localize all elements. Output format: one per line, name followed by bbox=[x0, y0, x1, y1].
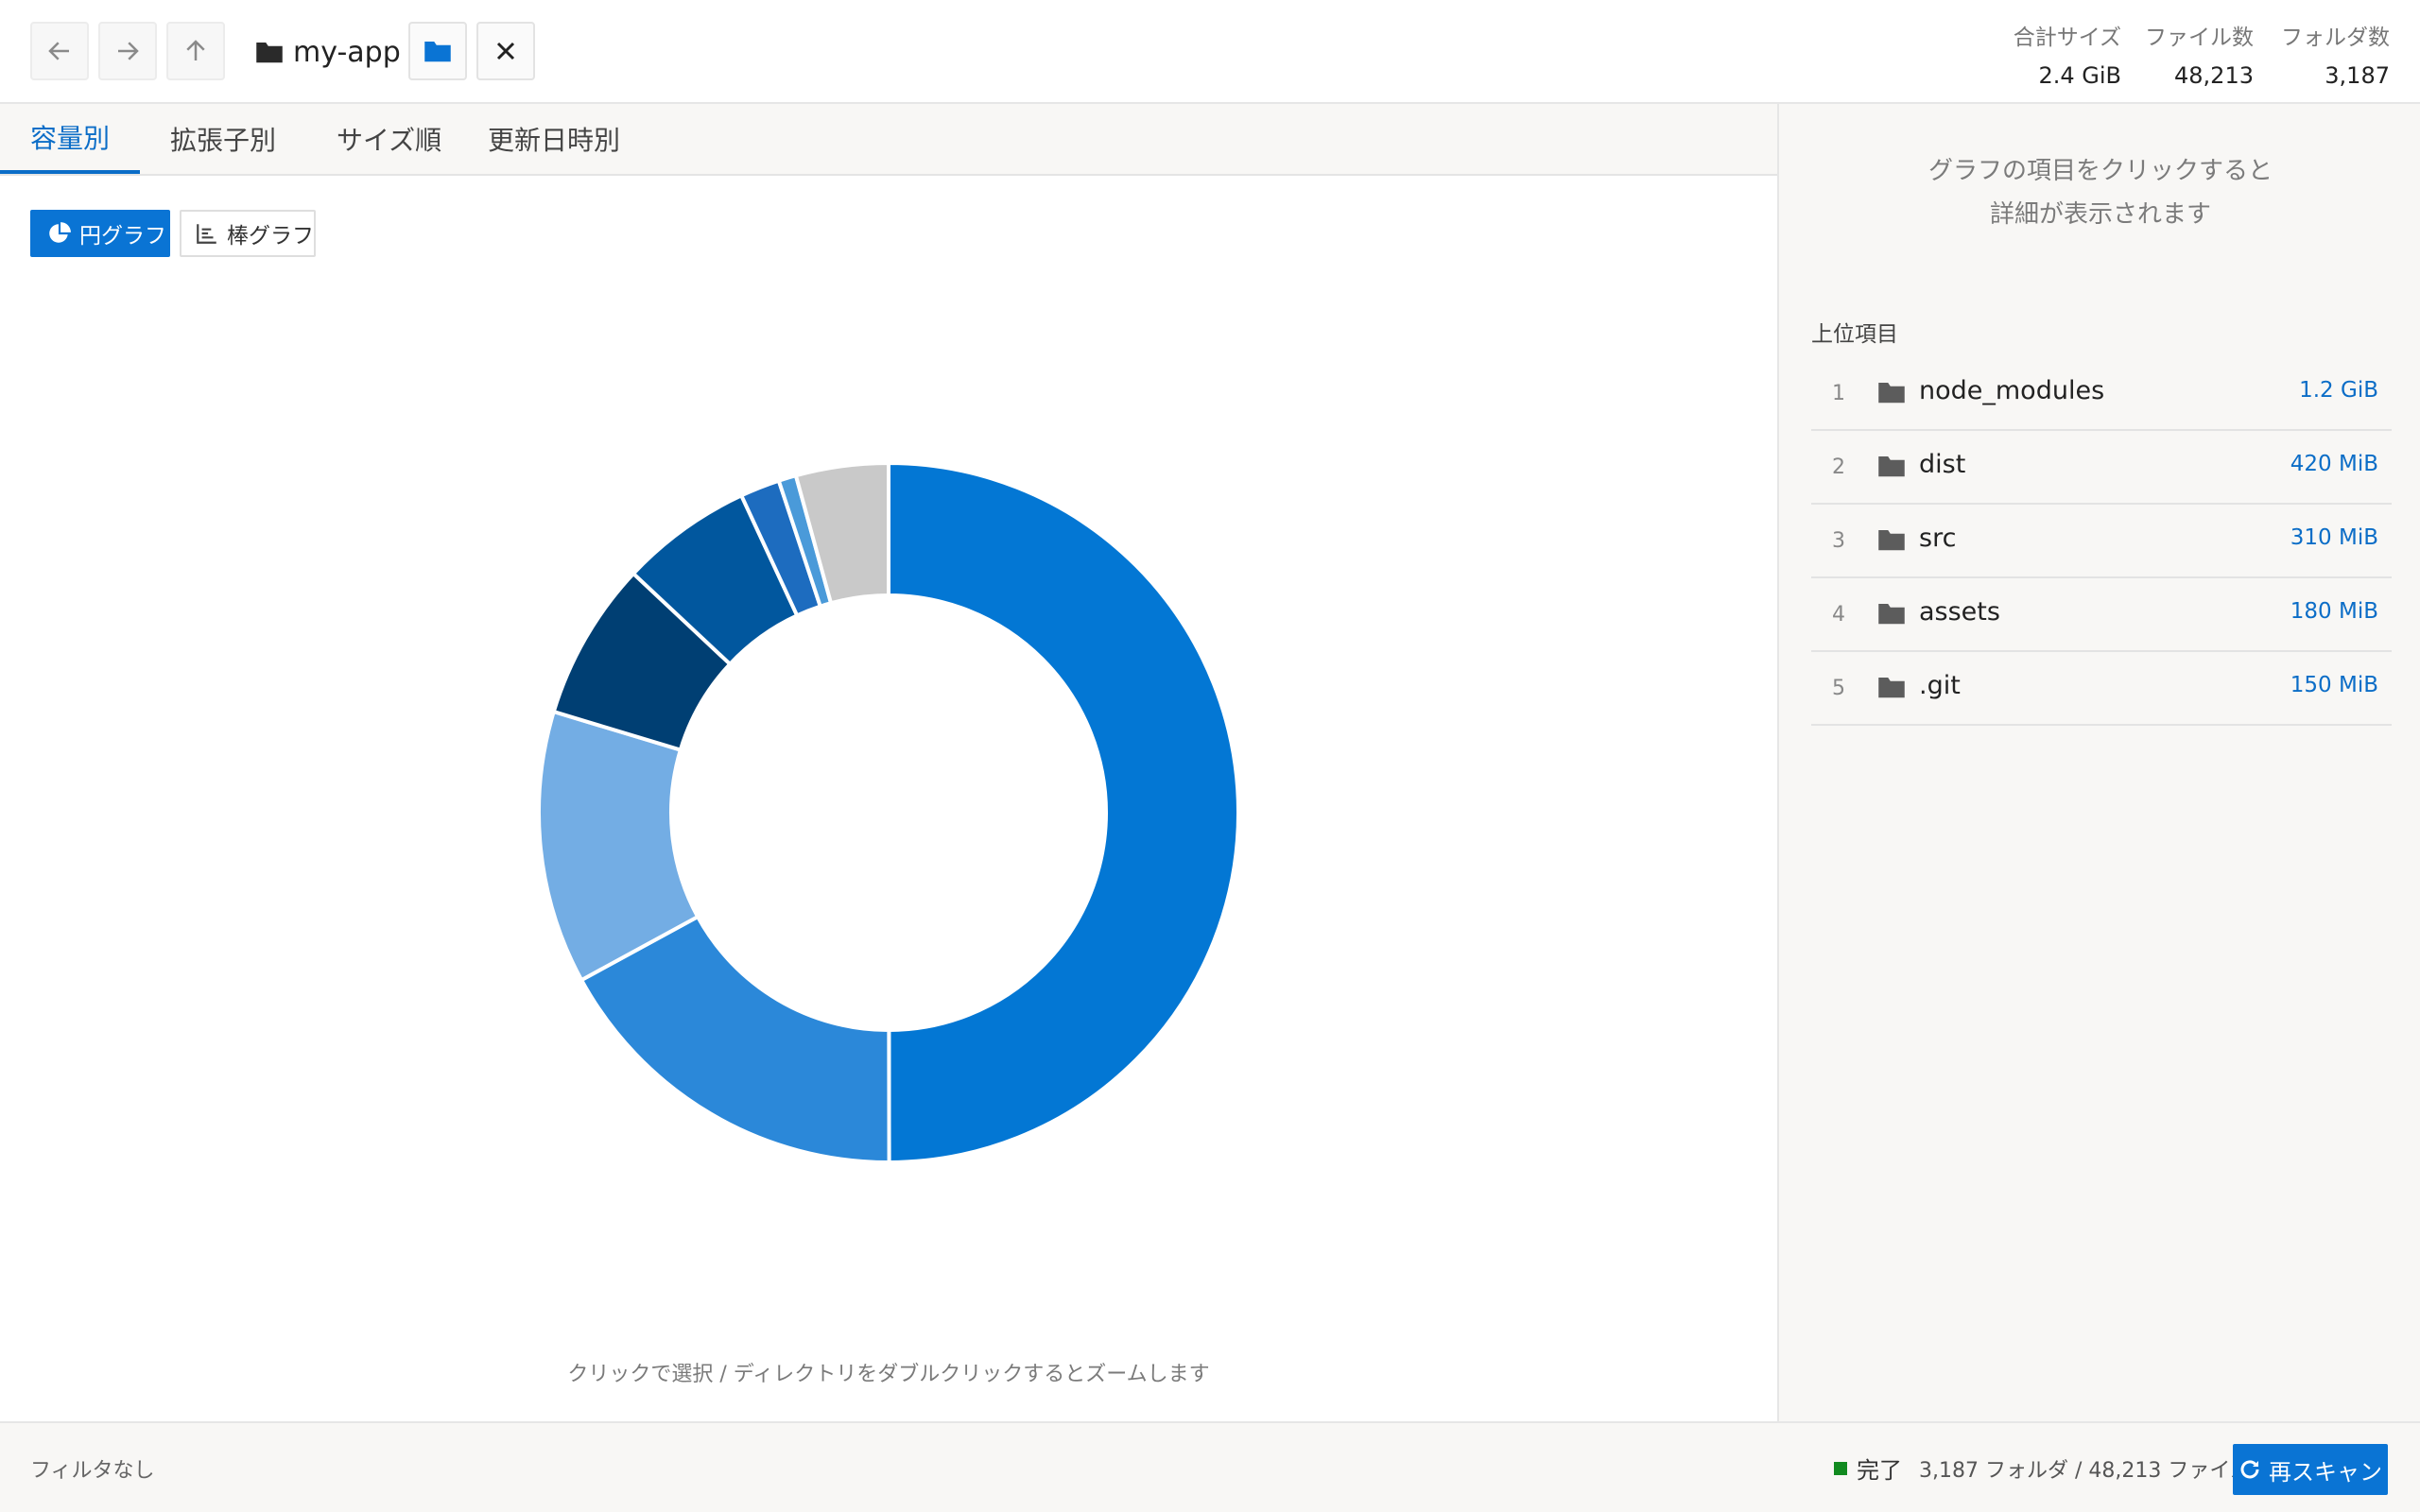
breadcrumb[interactable]: my-app bbox=[255, 28, 401, 76]
list-item[interactable]: 2 dist 420 MiB bbox=[1811, 431, 2392, 505]
tab-label: 更新日時別 bbox=[488, 125, 621, 156]
folder-icon bbox=[1878, 530, 1905, 551]
bar-chart-icon bbox=[197, 224, 216, 244]
item-rank: 3 bbox=[1832, 529, 1845, 553]
folder-icon bbox=[256, 43, 283, 63]
detail-panel: グラフの項目をクリックすると 詳細が表示されます 上位項目 1 node_mod… bbox=[1777, 104, 2420, 1421]
donut-chart[interactable] bbox=[529, 454, 1248, 1172]
rescan-button[interactable]: 再スキャン bbox=[2233, 1444, 2388, 1495]
file-count-stat: ファイル数 48,213 bbox=[2145, 19, 2254, 89]
tab-by-modified[interactable]: 更新日時別 bbox=[488, 104, 620, 174]
up-button[interactable] bbox=[166, 22, 225, 80]
open-folder-button[interactable] bbox=[408, 22, 467, 80]
pie-chart-label: 円グラフ bbox=[79, 224, 166, 249]
scan-counts: 3,187 フォルダ / 48,213 ファイル bbox=[1919, 1459, 2252, 1483]
toolbar: my-app 合計サイズ 2.4 GiB ファイル数 48,213 フォルダ数 … bbox=[0, 0, 2420, 104]
tab-by-extension[interactable]: 拡張子別 bbox=[170, 104, 276, 174]
list-item[interactable]: 3 src 310 MiB bbox=[1811, 505, 2392, 578]
chart-hint: クリックで選択 / ディレクトリをダブルクリックするとズームします bbox=[567, 1363, 1210, 1386]
item-size: 180 MiB bbox=[2290, 599, 2378, 624]
pie-slice-node-modules[interactable] bbox=[887, 460, 1241, 1165]
item-rank: 5 bbox=[1832, 677, 1845, 700]
folder-open-icon bbox=[424, 42, 451, 62]
status-bar: フィルタなし 完了 3,187 フォルダ / 48,213 ファイル 再スキャン bbox=[0, 1421, 2420, 1512]
item-size: 1.2 GiB bbox=[2299, 378, 2378, 403]
item-rank: 1 bbox=[1832, 382, 1845, 405]
close-icon bbox=[496, 42, 515, 60]
folder-icon bbox=[1878, 456, 1905, 477]
folder-icon bbox=[1878, 383, 1905, 404]
total-size-value: 2.4 GiB bbox=[2038, 62, 2121, 89]
folder-count-label: フォルダ数 bbox=[2281, 26, 2390, 50]
arrow-up-icon bbox=[186, 40, 205, 60]
item-rank: 2 bbox=[1832, 455, 1845, 479]
back-button[interactable] bbox=[30, 22, 89, 80]
item-name: dist bbox=[1919, 450, 1966, 479]
item-size: 310 MiB bbox=[2290, 525, 2378, 550]
item-size: 150 MiB bbox=[2290, 673, 2378, 697]
item-name: node_modules bbox=[1919, 376, 2105, 405]
folder-icon bbox=[1878, 678, 1905, 698]
top-items-title: 上位項目 bbox=[1811, 322, 1898, 347]
tab-by-size[interactable]: 容量別 bbox=[0, 104, 140, 174]
file-count-label: ファイル数 bbox=[2145, 26, 2254, 50]
list-item[interactable]: 4 assets 180 MiB bbox=[1811, 578, 2392, 652]
item-rank: 4 bbox=[1832, 603, 1845, 627]
bar-chart-label: 棒グラフ bbox=[227, 224, 314, 249]
list-item[interactable]: 1 node_modules 1.2 GiB bbox=[1811, 357, 2392, 431]
view-tabs: 容量別 拡張子別 サイズ順 更新日時別 bbox=[0, 104, 1777, 176]
rescan-label: 再スキャン bbox=[2269, 1458, 2382, 1486]
close-button[interactable] bbox=[476, 22, 535, 80]
folder-count-value: 3,187 bbox=[2325, 62, 2390, 89]
breadcrumb-folder-name: my-app bbox=[293, 35, 401, 69]
tab-label: 拡張子別 bbox=[170, 125, 277, 156]
tab-label: サイズ順 bbox=[337, 125, 442, 156]
folder-count-stat: フォルダ数 3,187 bbox=[2281, 19, 2390, 89]
arrow-left-icon bbox=[48, 42, 69, 60]
pie-chart-toggle[interactable]: 円グラフ bbox=[30, 210, 170, 257]
total-size-label: 合計サイズ bbox=[2013, 26, 2121, 50]
filter-status: フィルタなし bbox=[30, 1459, 155, 1483]
tab-label: 容量別 bbox=[29, 123, 110, 154]
list-item[interactable]: 5 .git 150 MiB bbox=[1811, 652, 2392, 726]
item-size: 420 MiB bbox=[2290, 452, 2378, 476]
pie-chart-icon bbox=[49, 222, 71, 243]
top-items-list: 1 node_modules 1.2 GiB 2 dist 420 MiB 3 … bbox=[1811, 357, 2392, 726]
total-size-stat: 合計サイズ 2.4 GiB bbox=[2014, 19, 2121, 89]
forward-button[interactable] bbox=[98, 22, 157, 80]
tab-size-order[interactable]: サイズ順 bbox=[337, 104, 441, 174]
refresh-icon bbox=[2240, 1460, 2259, 1479]
arrow-right-icon bbox=[118, 42, 139, 60]
folder-icon bbox=[1878, 604, 1905, 625]
detail-placeholder: グラフの項目をクリックすると 詳細が表示されます bbox=[1927, 157, 2273, 229]
file-count-value: 48,213 bbox=[2174, 62, 2254, 89]
bar-chart-toggle[interactable]: 棒グラフ bbox=[180, 210, 316, 257]
item-name: assets bbox=[1919, 597, 2000, 627]
item-name: .git bbox=[1919, 671, 1961, 700]
scan-status: 完了 bbox=[1857, 1457, 1902, 1484]
status-indicator bbox=[1834, 1462, 1847, 1475]
item-name: src bbox=[1919, 524, 1957, 553]
